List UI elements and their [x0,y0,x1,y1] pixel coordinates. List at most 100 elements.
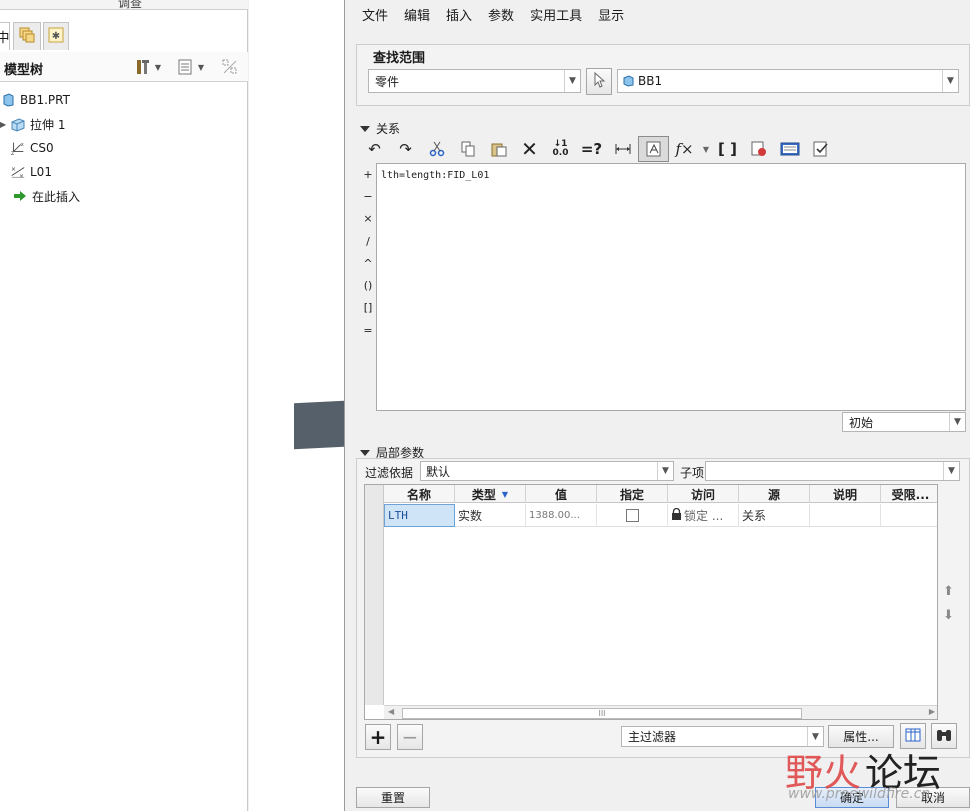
cell-value[interactable]: 1388.00... [526,504,597,527]
col-header-value[interactable]: 值 [526,485,597,503]
col-header-type[interactable]: 类型 ▼ [455,485,526,503]
scope-object-select[interactable]: BB1 ▼ [617,69,959,93]
scroll-left-icon[interactable]: ◀ [388,707,394,716]
brackets-icon[interactable]: [ ] [712,136,743,162]
col-header-restricted[interactable]: 受限... [881,485,937,503]
relations-editor[interactable]: lth=length:FID_L01 [376,163,966,411]
chevron-down-icon: ▼ [657,462,673,480]
col-header-designated[interactable]: 指定 [597,485,668,503]
col-header-access[interactable]: 访问 [668,485,739,503]
relations-state-select[interactable]: 初始 ▼ [842,412,966,432]
csys-icon: Zx [10,140,26,156]
cell-description[interactable] [810,504,881,527]
cell-type[interactable]: 实数 [455,504,526,527]
tree-item-csys[interactable]: Zx CS0 [10,137,54,159]
scope-title: 查找范围 [373,51,426,66]
chevron-down-icon: ▼ [564,70,580,92]
expand-arrow-icon[interactable]: ▶ [0,120,10,129]
operator-brackets[interactable]: [] [359,297,377,319]
tree-item-label: 拉伸 1 [30,117,66,132]
paste-icon[interactable] [483,136,514,162]
operator-divide[interactable]: / [359,230,377,252]
sum-icon[interactable] [805,136,836,162]
copy-icon[interactable] [452,136,483,162]
part-icon [0,92,16,108]
scroll-thumb[interactable]: III [402,708,802,719]
menu-edit[interactable]: 编辑 [396,0,438,34]
menu-display[interactable]: 显示 [590,0,632,34]
move-up-icon[interactable]: ⬆ [943,584,954,599]
settings-dropdown-icon[interactable]: ▼ [152,57,164,77]
add-param-button[interactable]: + [365,724,391,750]
move-down-icon[interactable]: ⬇ [943,608,954,623]
operator-equals[interactable]: = [359,319,377,341]
screen: { "left_panel": { "top_label": "调查", "ta… [0,0,970,811]
show-list-icon[interactable] [175,57,195,77]
col-header-source[interactable]: 源 [739,485,810,503]
reset-button[interactable]: 重置 [356,787,430,808]
arrow-pointer-icon [592,71,606,91]
menu-file[interactable]: 文件 [354,0,396,34]
tree-item-extrude[interactable]: ▶ 拉伸 1 [0,113,65,135]
show-dropdown-icon[interactable]: ▼ [195,57,207,77]
chevron-down-icon: ▼ [942,70,958,92]
dimension-icon[interactable] [607,136,638,162]
main-filter-value: 主过滤器 [628,730,677,744]
cell-restricted[interactable] [881,504,937,527]
col-header-name[interactable]: 名称 [384,485,455,503]
function-dropdown-icon[interactable]: ▼ [700,136,712,162]
menu-insert[interactable]: 插入 [438,0,480,34]
tab-favorites[interactable]: ✱ [43,22,69,50]
filter-select[interactable]: 默认 ▼ [420,461,674,481]
check-relations-icon[interactable] [743,136,774,162]
sort-icon[interactable]: ↓1 0.0 [545,136,576,162]
child-select[interactable]: ▼ [705,461,960,481]
part-icon [618,75,638,87]
cut-icon[interactable] [421,136,452,162]
horizontal-scrollbar[interactable]: ◀ III ▶ [384,705,937,719]
tab-model-tree-label: 中 [0,31,10,46]
menu-parameters[interactable]: 参数 [480,0,522,34]
scroll-right-icon[interactable]: ▶ [929,707,935,716]
display-icon[interactable] [774,136,805,162]
table-row[interactable]: LTH 实数 1388.00... 锁定 ... 关系 [384,504,937,527]
collapse-triangle-icon [360,449,370,456]
operator-power[interactable]: ^ [359,252,377,274]
tree-item-label: CS0 [30,141,54,155]
relations-header[interactable]: 关系 [360,120,400,137]
verify-icon[interactable] [638,136,669,162]
filter-value: 默认 [426,464,451,479]
cell-access[interactable]: 锁定 ... [668,504,739,527]
redo-icon[interactable]: ↷ [390,136,421,162]
cell-name[interactable]: LTH [384,504,455,527]
operator-multiply[interactable]: × [359,208,377,230]
evaluate-icon[interactable]: =? [576,136,607,162]
operator-parentheses[interactable]: () [359,274,377,296]
svg-text:✱: ✱ [52,31,60,42]
scope-type-select[interactable]: 零件 ▼ [368,69,581,93]
tree-item-curve[interactable]: × × L01 [10,161,52,183]
cell-source[interactable]: 关系 [739,504,810,527]
cell-designated[interactable] [597,504,668,527]
settings-tools-icon[interactable] [133,57,153,77]
operator-plus[interactable]: + [359,163,377,185]
designated-checkbox[interactable] [625,509,639,522]
filter-grid-icon[interactable] [220,57,240,77]
undo-icon[interactable]: ↶ [359,136,390,162]
tab-layers[interactable] [13,22,41,50]
tree-item-insert-here[interactable]: 在此插入 [12,185,80,207]
col-header-description[interactable]: 说明 [810,485,881,503]
select-object-button[interactable] [586,68,612,95]
remove-param-button[interactable]: − [397,724,423,750]
cell-access-text: 锁定 ... [684,509,724,523]
tab-model-tree[interactable]: 中 [0,22,10,50]
delete-icon[interactable]: ✕ [514,136,545,162]
function-icon[interactable]: f× [669,136,700,162]
operator-minus[interactable]: − [359,185,377,207]
collapse-triangle-icon [360,125,370,132]
tree-item-label: BB1.PRT [20,93,70,107]
plus-icon: + [369,725,387,749]
extrude-icon [10,116,26,132]
menu-utilities[interactable]: 实用工具 [522,0,590,34]
tree-item-part[interactable]: BB1.PRT [0,89,70,111]
